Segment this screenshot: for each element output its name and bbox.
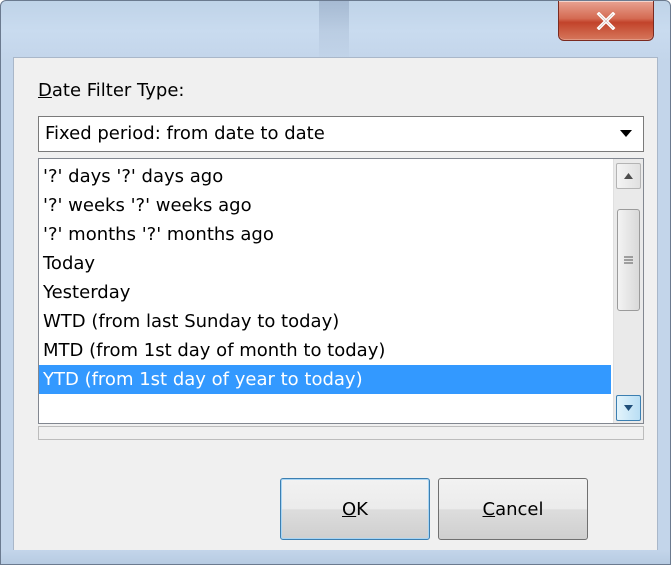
list-items: '?' days '?' days ago '?' weeks '?' week…: [39, 162, 611, 394]
listbox-bottom-strip: [38, 426, 644, 440]
scroll-up-arrow-icon: [624, 173, 633, 179]
date-filter-type-label: Date Filter Type:: [38, 80, 184, 101]
combobox-selected-value: Fixed period: from date to date: [45, 123, 325, 144]
cancel-mnemonic: C: [482, 498, 496, 520]
listbox-scrollbar[interactable]: [613, 159, 643, 423]
dialog-client-area: Date Filter Type: Fixed period: from dat…: [13, 57, 658, 552]
scroll-down-button[interactable]: [616, 395, 641, 421]
ok-label: K: [356, 498, 368, 520]
list-item[interactable]: Today: [39, 249, 611, 278]
window-bottom-frame: [1, 550, 670, 564]
list-item[interactable]: '?' days '?' days ago: [39, 162, 611, 191]
scroll-up-button[interactable]: [616, 163, 641, 189]
scroll-thumb[interactable]: [617, 209, 640, 311]
title-bar: [1, 1, 670, 57]
scroll-down-arrow-icon: [624, 405, 633, 411]
close-button[interactable]: [558, 1, 654, 41]
list-item[interactable]: WTD (from last Sunday to today): [39, 307, 611, 336]
filter-type-listbox[interactable]: '?' days '?' days ago '?' weeks '?' week…: [38, 158, 644, 424]
ok-button[interactable]: OK: [280, 478, 430, 540]
list-item[interactable]: '?' weeks '?' weeks ago: [39, 191, 611, 220]
cancel-button[interactable]: Cancel: [438, 478, 588, 540]
combobox-dropdown-button[interactable]: [610, 118, 642, 150]
label-mnemonic: D: [38, 80, 52, 101]
list-item[interactable]: '?' months '?' months ago: [39, 220, 611, 249]
close-x-icon: [596, 11, 616, 30]
dialog-window: Date Filter Type: Fixed period: from dat…: [0, 0, 671, 565]
list-item-selected[interactable]: YTD (from 1st day of year to today): [39, 365, 611, 394]
label-text: ate Filter Type:: [51, 80, 185, 101]
dropdown-arrow-icon: [620, 130, 632, 137]
list-item[interactable]: Yesterday: [39, 278, 611, 307]
date-filter-type-combobox[interactable]: Fixed period: from date to date: [38, 116, 644, 152]
cancel-label: ancel: [495, 498, 544, 520]
grip-icon: [624, 256, 633, 264]
list-item[interactable]: MTD (from 1st day of month to today): [39, 336, 611, 365]
ok-mnemonic: O: [342, 498, 357, 520]
